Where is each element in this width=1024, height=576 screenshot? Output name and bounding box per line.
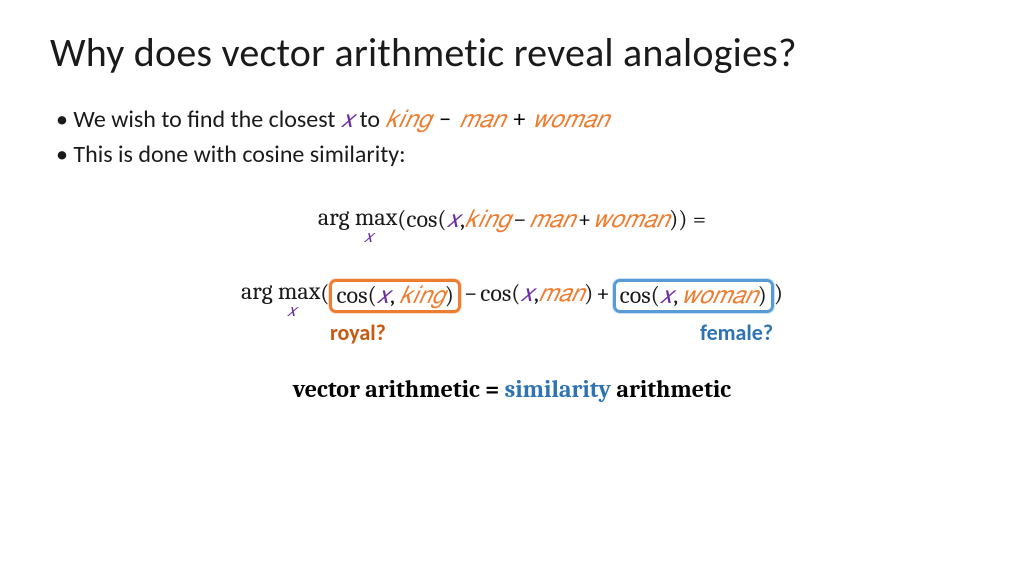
word-king: 𝑘𝑖𝑛𝑔: [385, 105, 430, 134]
cos1-king: 𝑘𝑖𝑛𝑔: [400, 281, 445, 309]
argmax-sub-x: 𝑥: [364, 229, 373, 246]
bullet-1-to: to: [354, 105, 385, 134]
cos1-l: cos(: [336, 281, 376, 309]
op-plus: +: [505, 105, 534, 134]
equation-1: arg max 𝑥 (cos(𝑥, 𝑘𝑖𝑛𝑔 − 𝑚𝑎𝑛 + 𝑤𝑜𝑚𝑎𝑛)) =: [50, 203, 974, 233]
cos2-l: cos(: [480, 279, 520, 307]
var-x: 𝑥: [341, 105, 354, 134]
eq1-close: )) =: [669, 205, 706, 233]
cos3-r: ): [758, 281, 767, 309]
argmax-text-2: arg max: [241, 277, 320, 305]
cos1-comma: ,: [390, 281, 399, 309]
op-minus: −: [431, 105, 460, 134]
slide: Why does vector arithmetic reveal analog…: [0, 0, 1024, 576]
eq2-close: ): [774, 279, 783, 307]
equation-2: arg max 𝑥 (cos(𝑥, 𝑘𝑖𝑛𝑔) − cos(𝑥, 𝑚𝑎𝑛) + …: [50, 277, 974, 313]
footer-left: vector arithmetic: [293, 375, 485, 403]
eq2-captions: royal? female?: [50, 319, 974, 349]
word-woman: 𝑤𝑜𝑚𝑎𝑛: [534, 105, 609, 134]
caption-royal: royal?: [330, 319, 386, 346]
cos3-x: 𝑥: [660, 281, 673, 309]
bullet-2: This is done with cosine similarity:: [56, 138, 974, 173]
argmax-1: arg max 𝑥: [318, 205, 397, 229]
bullet-1-prefix: We wish to find the closest: [73, 105, 340, 134]
eq2-open: (: [320, 279, 329, 307]
eq1-x: 𝑥: [447, 205, 460, 233]
cos1-r: ): [445, 281, 454, 309]
footer-right: arithmetic: [611, 375, 731, 403]
slide-title: Why does vector arithmetic reveal analog…: [50, 28, 974, 77]
caption-female: female?: [700, 319, 773, 346]
word-man: 𝑚𝑎𝑛: [460, 105, 505, 134]
footer-similarity: similarity: [505, 375, 611, 403]
eq1-king: 𝑘𝑖𝑛𝑔: [465, 205, 510, 233]
footer-equation: vector arithmetic = similarity arithmeti…: [50, 375, 974, 403]
box-royal: cos(𝑥, 𝑘𝑖𝑛𝑔): [329, 279, 460, 313]
cos2-r: ): [584, 279, 593, 307]
eq2-plus: +: [593, 279, 612, 307]
argmax-2: arg max 𝑥: [241, 279, 320, 303]
eq1-man: 𝑚𝑎𝑛: [529, 205, 574, 233]
eq1-plus: +: [575, 205, 594, 233]
cos1-x: 𝑥: [377, 281, 390, 309]
eq1-open: (cos(: [397, 205, 446, 233]
argmax-text: arg max: [318, 203, 397, 231]
eq1-minus: −: [510, 205, 529, 233]
box-female: cos(𝑥, 𝑤𝑜𝑚𝑎𝑛): [613, 279, 774, 313]
cos2-x: 𝑥: [520, 279, 533, 307]
bullet-1: We wish to find the closest 𝑥 to 𝑘𝑖𝑛𝑔 − …: [56, 103, 974, 138]
cos2-man: 𝑚𝑎𝑛: [539, 279, 584, 307]
eq2-minus: −: [461, 279, 480, 307]
argmax-sub-x-2: 𝑥: [287, 303, 296, 320]
cos3-l: cos(: [620, 281, 660, 309]
footer-eq: =: [485, 375, 499, 403]
bullet-list: We wish to find the closest 𝑥 to 𝑘𝑖𝑛𝑔 − …: [50, 103, 974, 173]
eq1-woman: 𝑤𝑜𝑚𝑎𝑛: [594, 205, 669, 233]
cos3-comma: ,: [673, 281, 682, 309]
cos3-woman: 𝑤𝑜𝑚𝑎𝑛: [683, 281, 758, 309]
